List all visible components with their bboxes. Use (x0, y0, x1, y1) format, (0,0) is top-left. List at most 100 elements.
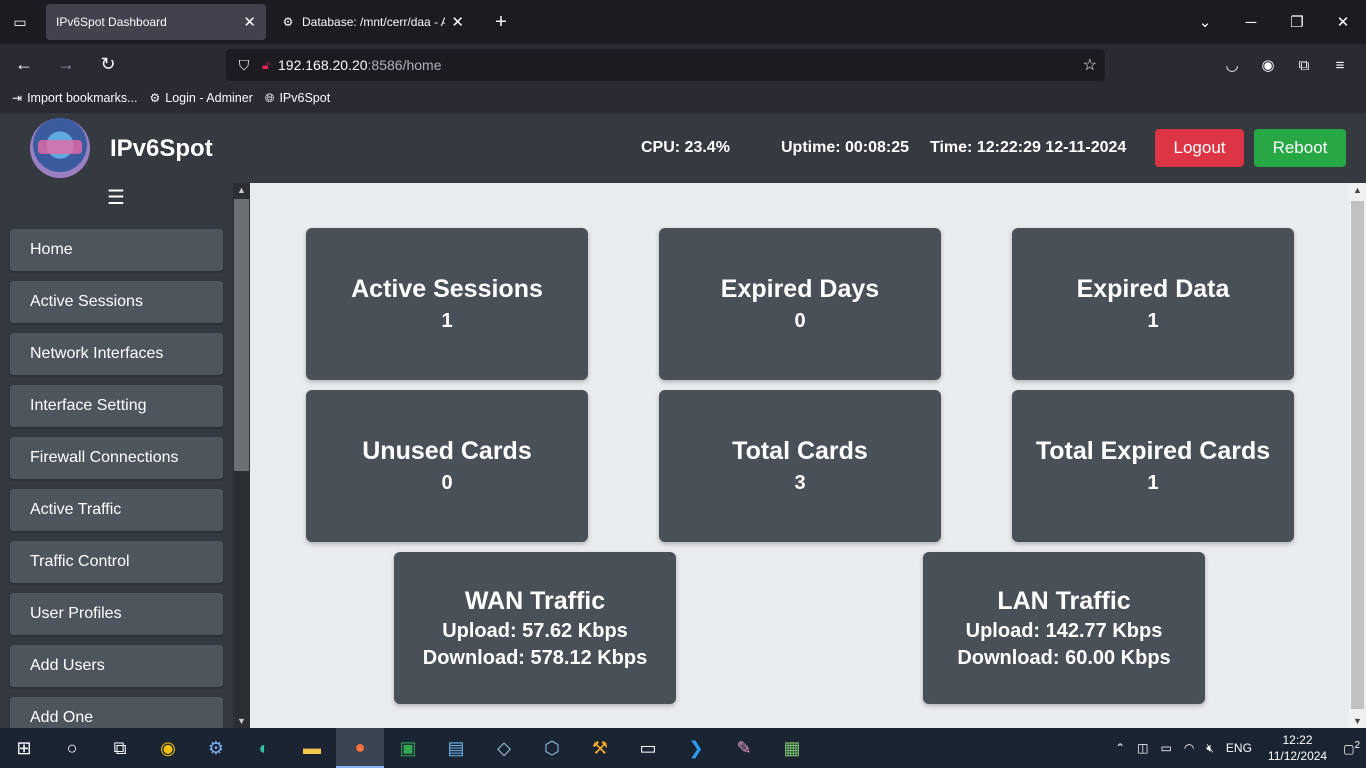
card-title: Total Expired Cards (1035, 437, 1271, 465)
battery-icon[interactable]: ▭ (1161, 741, 1172, 755)
card-total-expired-cards[interactable]: Total Expired Cards 1 (1012, 390, 1294, 542)
windows-taskbar: ⊞ ○ ⧉ ◉ ⚙ ◐ ▬ ● ▣ ▤ ◇ ⬡ ⚒ ▭ ❯ ✎ ▦ ⌃ ◫ ▭ … (0, 728, 1366, 768)
sidebar-item-active-sessions[interactable]: Active Sessions (10, 281, 223, 323)
reboot-button[interactable]: Reboot (1254, 129, 1346, 167)
hamburger-menu-icon[interactable]: ☰ (107, 185, 125, 210)
volume-mute-icon[interactable]: 🔇︎ (1206, 741, 1214, 756)
pocket-icon[interactable]: ◡ (1214, 56, 1250, 74)
virtualbox-icon[interactable]: ⬡ (528, 728, 576, 768)
tab-title: IPv6Spot Dashboard (56, 15, 167, 29)
file-explorer-icon[interactable]: ▬ (288, 728, 336, 768)
bookmarks-bar: ⇥ Import bookmarks... ⚙ Login - Adminer 🌐︎… (0, 84, 1366, 112)
card-active-sessions[interactable]: Active Sessions 1 (306, 228, 588, 380)
close-tab-icon[interactable]: ✕ (243, 13, 256, 31)
sidebar-item-user-profiles[interactable]: User Profiles (10, 593, 223, 635)
tray-chevron-icon[interactable]: ⌃ (1115, 741, 1125, 755)
paint-icon[interactable]: ✎ (720, 728, 768, 768)
brand-title: IPv6Spot (110, 135, 213, 162)
sidebar-item-network-interfaces[interactable]: Network Interfaces (10, 333, 223, 375)
new-tab-icon[interactable]: + (486, 11, 516, 34)
scroll-down-icon[interactable]: ▼ (233, 716, 250, 726)
meet-now-icon[interactable]: ◫ (1137, 741, 1148, 755)
uptime-stat: Uptime: 00:08:25 (781, 139, 910, 156)
tab-ipv6spot-dashboard[interactable]: IPv6Spot Dashboard ✕ (46, 4, 266, 40)
minimize-icon[interactable]: ─ (1228, 14, 1274, 31)
tab-list-icon[interactable]: ▭ (0, 0, 40, 44)
bookmark-adminer[interactable]: ⚙ Login - Adminer (150, 91, 253, 105)
sidebar-item-add-one[interactable]: Add One (10, 697, 223, 728)
sidebar-item-traffic-control[interactable]: Traffic Control (10, 541, 223, 583)
back-icon[interactable]: ← (6, 54, 42, 75)
card-unused-cards[interactable]: Unused Cards 0 (306, 390, 588, 542)
window-close-icon[interactable]: ✕ (1320, 13, 1366, 31)
terminal-icon[interactable]: ▭ (624, 728, 672, 768)
firefox-icon[interactable]: ● (336, 728, 384, 768)
menu-icon[interactable]: ≡ (1322, 57, 1358, 74)
card-value: 0 (441, 472, 453, 494)
card-expired-data[interactable]: Expired Data 1 (1012, 228, 1294, 380)
search-icon[interactable]: ○ (48, 728, 96, 768)
sidebar-item-interface-setting[interactable]: Interface Setting (10, 385, 223, 427)
insecure-lock-icon[interactable]: 🔓︎ (254, 58, 278, 73)
card-expired-days[interactable]: Expired Days 0 (659, 228, 941, 380)
card-lan-traffic[interactable]: LAN Traffic Upload: 142.77 Kbps Download… (923, 552, 1205, 704)
close-tab-icon[interactable]: ✕ (451, 13, 464, 31)
app-window-icon[interactable]: ▤ (432, 728, 480, 768)
adminer-favicon-icon: ⚙ (282, 15, 294, 29)
chrome-icon[interactable]: ◉ (144, 728, 192, 768)
list-all-tabs-icon[interactable]: ⌄ (1182, 13, 1228, 31)
tab-database[interactable]: ⚙ Database: /mnt/cerr/daa - Adm ✕ (270, 4, 474, 40)
card-total-cards[interactable]: Total Cards 3 (659, 390, 941, 542)
lan-download: Download: 60.00 Kbps (957, 646, 1171, 669)
sidebar-scrollbar[interactable]: ▲ ▼ (233, 183, 250, 728)
account-icon[interactable]: ◉ (1250, 56, 1286, 74)
sidebar-item-active-traffic[interactable]: Active Traffic (10, 489, 223, 531)
bookmark-star-icon[interactable]: ☆ (1083, 55, 1097, 75)
clock[interactable]: 12:22 11/12/2024 (1268, 732, 1327, 764)
globe-icon: 🌐︎ (264, 90, 275, 105)
forward-icon[interactable]: → (48, 54, 84, 75)
scroll-up-icon[interactable]: ▲ (1349, 185, 1366, 195)
meet-icon[interactable]: ▣ (384, 728, 432, 768)
scroll-up-icon[interactable]: ▲ (233, 185, 250, 195)
import-icon: ⇥ (12, 91, 23, 105)
edge-icon[interactable]: ◐ (240, 728, 288, 768)
bookmark-label: Login - Adminer (165, 91, 253, 105)
cpu-stat: CPU: 23.4% (641, 139, 730, 156)
card-title: LAN Traffic (997, 586, 1131, 615)
card-title: Total Cards (732, 437, 868, 465)
card-wan-traffic[interactable]: WAN Traffic Upload: 57.62 Kbps Download:… (394, 552, 676, 704)
card-value: 3 (794, 472, 806, 494)
restore-icon[interactable]: ❐ (1274, 13, 1320, 31)
shield-icon[interactable]: ⛉ (234, 57, 254, 74)
time-stat: Time: 12:22:29 12-11-2024 (930, 139, 1127, 156)
reload-icon[interactable]: ↻ (90, 54, 126, 75)
logout-button[interactable]: Logout (1155, 129, 1244, 167)
sidebar-item-home[interactable]: Home (10, 229, 223, 271)
scrollbar-thumb[interactable] (234, 199, 249, 471)
bookmark-ipv6spot[interactable]: 🌐︎ IPv6Spot (265, 91, 330, 106)
tool-icon[interactable]: ⚒ (576, 728, 624, 768)
scroll-down-icon[interactable]: ▼ (1349, 716, 1366, 726)
sidebar-item-add-users[interactable]: Add Users (10, 645, 223, 687)
scrollbar-thumb[interactable] (1351, 201, 1364, 709)
page-scrollbar[interactable]: ▲ ▼ (1349, 183, 1366, 728)
bookmark-import[interactable]: ⇥ Import bookmarks... (12, 91, 138, 105)
wan-upload: Upload: 57.62 Kbps (442, 619, 628, 642)
notification-icon[interactable]: ▢2 (1343, 740, 1360, 756)
vscode-icon[interactable]: ❯ (672, 728, 720, 768)
clock-date: 11/12/2024 (1267, 749, 1328, 763)
network-app-icon[interactable]: ⚙ (192, 728, 240, 768)
app-header: IPv6Spot CPU: 23.4% Uptime: 00:08:25 Tim… (0, 113, 1366, 183)
windows-start-icon[interactable]: ⊞ (0, 728, 48, 768)
task-view-icon[interactable]: ⧉ (96, 728, 144, 768)
sidebar-item-firewall-connections[interactable]: Firewall Connections (10, 437, 223, 479)
notes-icon[interactable]: ◇ (480, 728, 528, 768)
chart-app-icon[interactable]: ▦ (768, 728, 816, 768)
language-indicator[interactable]: ENG (1226, 741, 1252, 755)
card-title: Expired Data (1076, 275, 1230, 303)
extensions-icon[interactable]: ⧉ (1286, 57, 1322, 74)
url-bar[interactable]: ⛉ 🔓︎ 192.168.20.20:8586/home ☆ (226, 49, 1105, 81)
wifi-icon[interactable]: ◠ (1184, 741, 1194, 755)
lan-upload: Upload: 142.77 Kbps (965, 619, 1163, 642)
